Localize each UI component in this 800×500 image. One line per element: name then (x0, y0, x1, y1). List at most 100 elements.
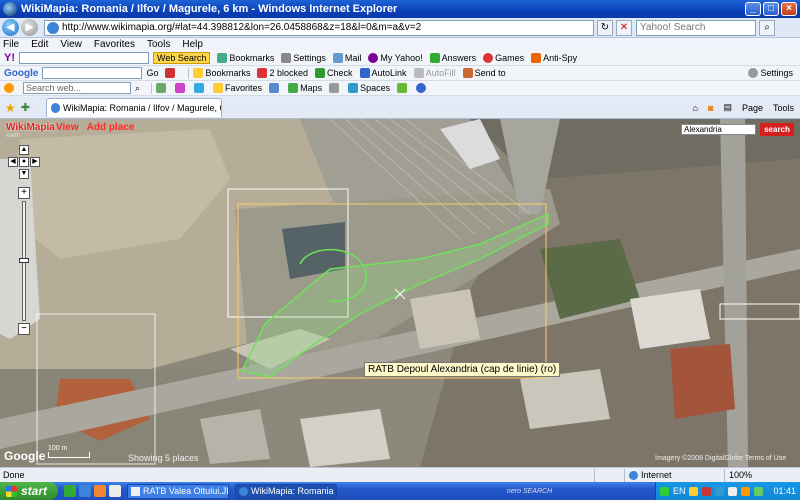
print-icon[interactable]: ▤ (723, 102, 732, 113)
yahoo-games[interactable]: Games (483, 53, 524, 63)
pan-right-icon[interactable]: ▶ (30, 157, 40, 167)
quicklaunch-icon-4[interactable] (109, 485, 121, 497)
google-go-button[interactable]: Go (146, 68, 158, 78)
quick-launch (64, 485, 121, 497)
toolbar-icon-4[interactable] (269, 83, 281, 93)
zoom-slider[interactable] (19, 201, 29, 321)
menu-help[interactable]: Help (182, 39, 203, 50)
tray-icon-3[interactable] (702, 486, 712, 496)
map-search-button[interactable]: search (760, 123, 794, 136)
pan-center-icon[interactable]: ● (19, 157, 29, 167)
map-search-input[interactable]: Alexandria (681, 124, 756, 135)
wikimapia-logo[interactable]: WikiMapia earth (6, 122, 55, 139)
google-settings[interactable]: Settings (748, 68, 793, 78)
status-zoom[interactable]: 100% (724, 468, 784, 482)
yahoo-logo[interactable]: Y! (4, 52, 15, 64)
map-view[interactable]: WikiMapia earth View Add place Alexandria… (0, 119, 800, 467)
tray-icon-1[interactable] (659, 486, 669, 496)
menu-edit[interactable]: Edit (31, 39, 48, 50)
add-place-link[interactable]: Add place (87, 122, 135, 133)
search-input[interactable]: Yahoo! Search (636, 19, 756, 36)
taskbar-item-ie[interactable]: WikiMapia: Romania /... (235, 483, 337, 499)
back-button[interactable]: ◀ (2, 19, 19, 36)
yahoo-search-field[interactable] (19, 52, 149, 64)
quicklaunch-icon-3[interactable] (94, 485, 106, 497)
web-search-button[interactable]: Web Search (153, 52, 211, 64)
tray-icon-2[interactable] (689, 486, 699, 496)
toolbar-icon-7[interactable] (416, 83, 428, 93)
google-search-field[interactable] (42, 67, 143, 79)
pan-down-icon[interactable]: ▼ (19, 169, 29, 179)
web-search-field[interactable]: Search web... (23, 82, 131, 94)
yahoo-answers[interactable]: Answers (429, 53, 476, 63)
answers-icon (429, 53, 440, 63)
popup-blocker[interactable]: 2 blocked (257, 68, 308, 78)
tab-label: WikiMapia: Romania / Ilfov / Magurele, 6… (62, 103, 221, 113)
refresh-button[interactable]: ↻ (597, 19, 613, 36)
autolink[interactable]: AutoLink (359, 68, 407, 78)
msn-icon[interactable] (4, 83, 16, 93)
menu-view[interactable]: View (60, 39, 82, 50)
toolbar-icon-1[interactable] (156, 83, 168, 93)
zoom-slider-knob[interactable] (19, 258, 29, 263)
menu-favorites[interactable]: Favorites (94, 39, 135, 50)
tray-icon-4[interactable] (715, 486, 725, 496)
menu-tools[interactable]: Tools (147, 39, 170, 50)
tools-menu[interactable]: Tools (773, 103, 794, 113)
pan-up-icon[interactable]: ▲ (19, 145, 29, 155)
language-indicator[interactable]: EN (673, 486, 686, 496)
spaces-button[interactable]: Spaces (348, 83, 390, 93)
yahoo-bookmarks[interactable]: Bookmarks (217, 53, 274, 63)
tray-icon-7[interactable] (754, 486, 764, 496)
toolbar-icon-3[interactable] (194, 83, 206, 93)
quicklaunch-icon-2[interactable] (79, 485, 91, 497)
yahoo-anti-spy[interactable]: Anti-Spy (531, 53, 577, 63)
my-yahoo[interactable]: My Yahoo! (368, 53, 423, 63)
minimize-button[interactable]: _ (745, 2, 761, 16)
favorites-star-icon[interactable]: ★ (5, 101, 16, 115)
place-tooltip: RATB Depoul Alexandria (cap de linie) (r… (364, 362, 561, 377)
toolbar-icon-5[interactable] (329, 83, 341, 93)
yahoo-settings[interactable]: Settings (281, 53, 326, 63)
zoom-out-button[interactable]: − (18, 323, 30, 335)
page-icon (47, 21, 59, 34)
autofill[interactable]: AutoFill (413, 68, 456, 78)
quicklaunch-icon-1[interactable] (64, 485, 76, 497)
yahoo-mail[interactable]: Mail (332, 53, 361, 63)
wrench-icon (748, 68, 759, 78)
web-search-icon[interactable]: ⌕ (135, 83, 140, 94)
maps-button[interactable]: Maps (288, 83, 322, 93)
maximize-button[interactable]: □ (763, 2, 779, 16)
toolbar-icon-6[interactable] (397, 83, 409, 93)
browser-window: WikiMapia: Romania / Ilfov / Magurele, 6… (0, 0, 800, 500)
zoom-in-button[interactable]: + (18, 187, 30, 199)
toolbar-icon-2[interactable] (175, 83, 187, 93)
start-button[interactable]: start (0, 482, 58, 500)
satellite-imagery (0, 119, 800, 467)
gmail-icon[interactable] (165, 68, 177, 78)
home-icon[interactable]: ⌂ (693, 103, 698, 113)
favorites-button[interactable]: Favorites (213, 83, 262, 93)
taskbar-item-image[interactable]: RATB Valea Oltului.JP... (127, 483, 229, 499)
tray-icon-6[interactable] (741, 486, 751, 496)
tab-wikimapia[interactable]: WikiMapia: Romania / Ilfov / Magurele, 6… (45, 98, 222, 117)
star-icon (213, 83, 224, 93)
google-bookmarks[interactable]: Bookmarks (193, 68, 250, 78)
send-to[interactable]: Send to (462, 68, 506, 78)
spell-check[interactable]: Check (315, 68, 353, 78)
stop-button[interactable]: ✕ (616, 19, 632, 36)
settings-icon (281, 53, 292, 63)
pan-left-icon[interactable]: ◀ (8, 157, 18, 167)
add-favorites-icon[interactable]: ✚ (21, 101, 30, 114)
url-field[interactable]: http://www.wikimapia.org/#lat=44.398812&… (44, 19, 594, 36)
forward-button[interactable]: ▶ (21, 19, 38, 36)
close-button[interactable]: × (781, 2, 797, 16)
feeds-icon[interactable]: ◙ (708, 103, 713, 113)
tray-icon-5[interactable] (728, 486, 738, 496)
view-link[interactable]: View (56, 122, 79, 133)
search-icon[interactable]: ⌕ (759, 19, 775, 36)
mail-icon (332, 53, 343, 63)
page-menu[interactable]: Page (742, 103, 763, 113)
menu-file[interactable]: File (3, 39, 19, 50)
nero-search[interactable]: nero SEARCH (507, 488, 552, 495)
